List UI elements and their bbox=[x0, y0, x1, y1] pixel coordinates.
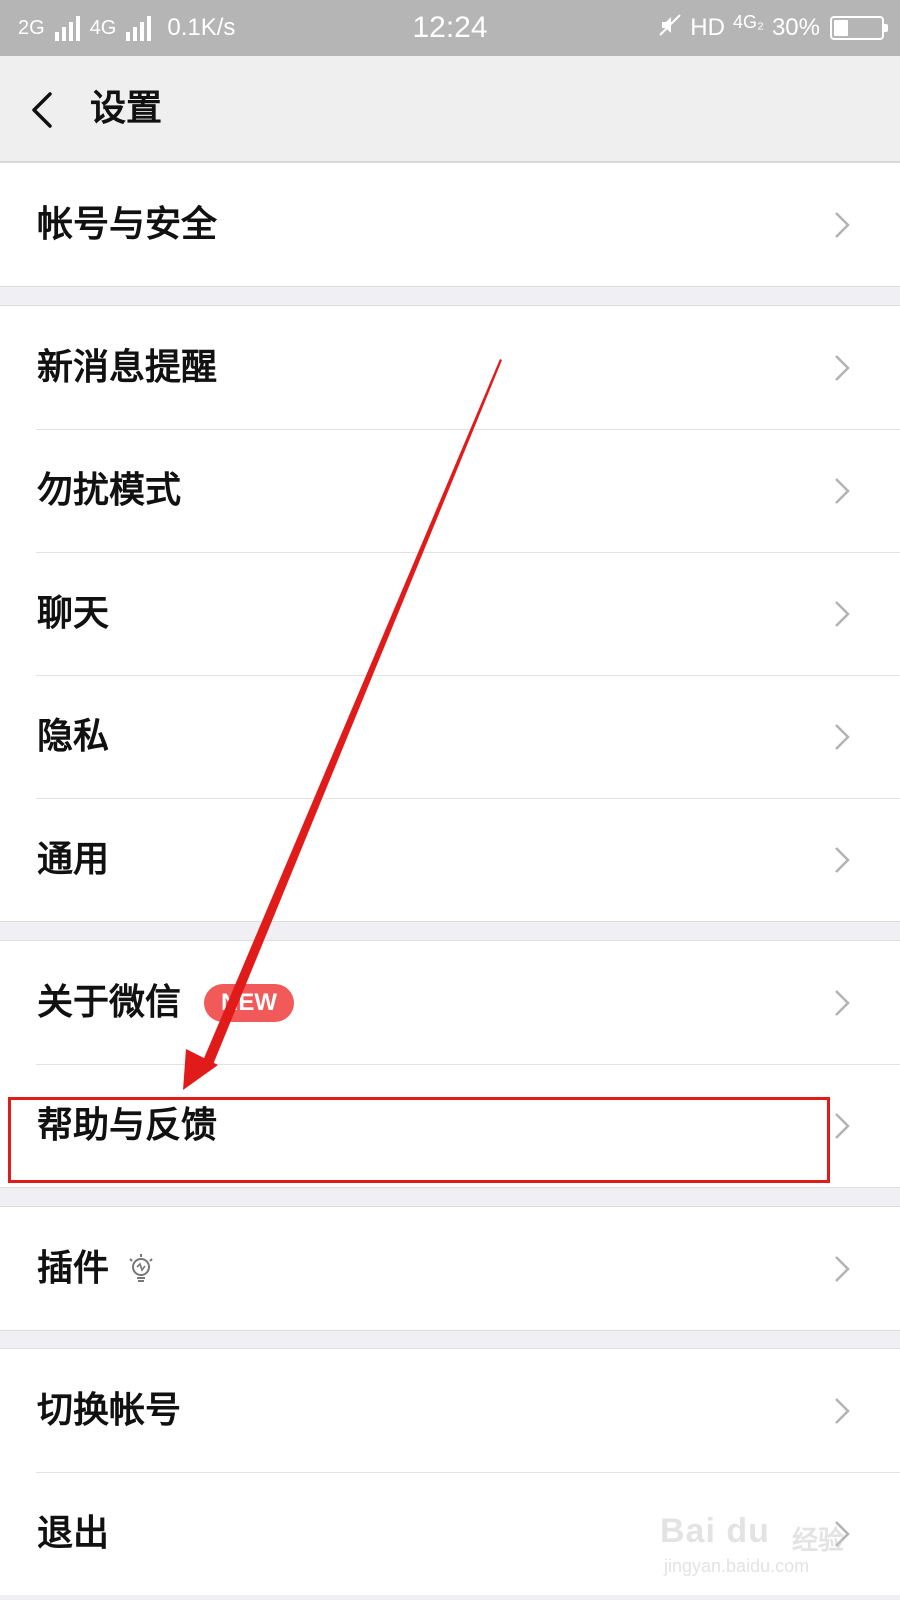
settings-group-plugins: 插件 bbox=[0, 1206, 900, 1331]
chevron-right-icon bbox=[835, 1521, 850, 1547]
chevron-right-icon bbox=[835, 1256, 850, 1282]
settings-item-do-not-disturb[interactable]: 勿扰模式 bbox=[0, 429, 900, 552]
chevron-right-icon bbox=[835, 990, 850, 1016]
page-title: 设置 bbox=[90, 88, 163, 129]
settings-item-label: 勿扰模式 bbox=[37, 470, 182, 511]
settings-item-plugins[interactable]: 插件 bbox=[0, 1207, 900, 1330]
status-bar-right: HD 4G₂ 30% bbox=[658, 0, 888, 56]
chevron-right-icon bbox=[835, 601, 850, 627]
battery-percent: 30% bbox=[771, 14, 820, 41]
status-bar: 2G 4G 0.1K/s 12:24 HD 4G₂ 30% bbox=[0, 0, 900, 56]
new-badge: NEW bbox=[204, 984, 294, 1022]
settings-item-label: 通用 bbox=[37, 839, 110, 880]
hd-indicator: HD bbox=[690, 14, 725, 41]
settings-item-switch-account[interactable]: 切换帐号 bbox=[0, 1349, 900, 1472]
chevron-right-icon bbox=[835, 1113, 850, 1139]
network-type-3: 4G₂ bbox=[732, 11, 764, 32]
header-bar: 设置 bbox=[0, 56, 900, 162]
settings-item-label: 退出 bbox=[37, 1513, 110, 1554]
settings-item-about-wechat[interactable]: 关于微信 NEW bbox=[0, 941, 900, 1064]
settings-item-label: 隐私 bbox=[37, 716, 110, 757]
settings-item-label: 新消息提醒 bbox=[37, 347, 218, 388]
settings-group-about: 关于微信 NEW 帮助与反馈 bbox=[0, 940, 900, 1188]
lightbulb-icon bbox=[129, 1254, 153, 1282]
chevron-right-icon bbox=[835, 478, 850, 504]
battery-icon bbox=[830, 16, 888, 40]
settings-item-notifications[interactable]: 新消息提醒 bbox=[0, 306, 900, 429]
chevron-left-icon[interactable] bbox=[28, 92, 56, 128]
settings-item-privacy[interactable]: 隐私 bbox=[0, 675, 900, 798]
settings-item-label: 帐号与安全 bbox=[37, 204, 218, 245]
settings-item-account-security[interactable]: 帐号与安全 bbox=[0, 163, 900, 286]
chevron-right-icon bbox=[835, 847, 850, 873]
chevron-right-icon bbox=[835, 724, 850, 750]
settings-item-label: 帮助与反馈 bbox=[37, 1105, 218, 1146]
settings-item-general[interactable]: 通用 bbox=[0, 798, 900, 921]
settings-group-account-actions: 切换帐号 退出 bbox=[0, 1348, 900, 1595]
settings-item-help-feedback[interactable]: 帮助与反馈 bbox=[0, 1064, 900, 1187]
settings-group-general: 新消息提醒 勿扰模式 聊天 隐私 通用 bbox=[0, 305, 900, 922]
muted-icon bbox=[658, 13, 682, 43]
settings-item-logout[interactable]: 退出 bbox=[0, 1472, 900, 1595]
settings-item-label: 关于微信 bbox=[37, 982, 182, 1023]
settings-item-label: 聊天 bbox=[37, 593, 110, 634]
settings-item-label: 插件 bbox=[37, 1248, 110, 1289]
battery-level bbox=[834, 20, 848, 36]
settings-group-account: 帐号与安全 bbox=[0, 162, 900, 287]
settings-item-chat[interactable]: 聊天 bbox=[0, 552, 900, 675]
chevron-right-icon bbox=[835, 355, 850, 381]
settings-item-label: 切换帐号 bbox=[37, 1390, 182, 1431]
chevron-right-icon bbox=[835, 212, 850, 238]
chevron-right-icon bbox=[835, 1398, 850, 1424]
